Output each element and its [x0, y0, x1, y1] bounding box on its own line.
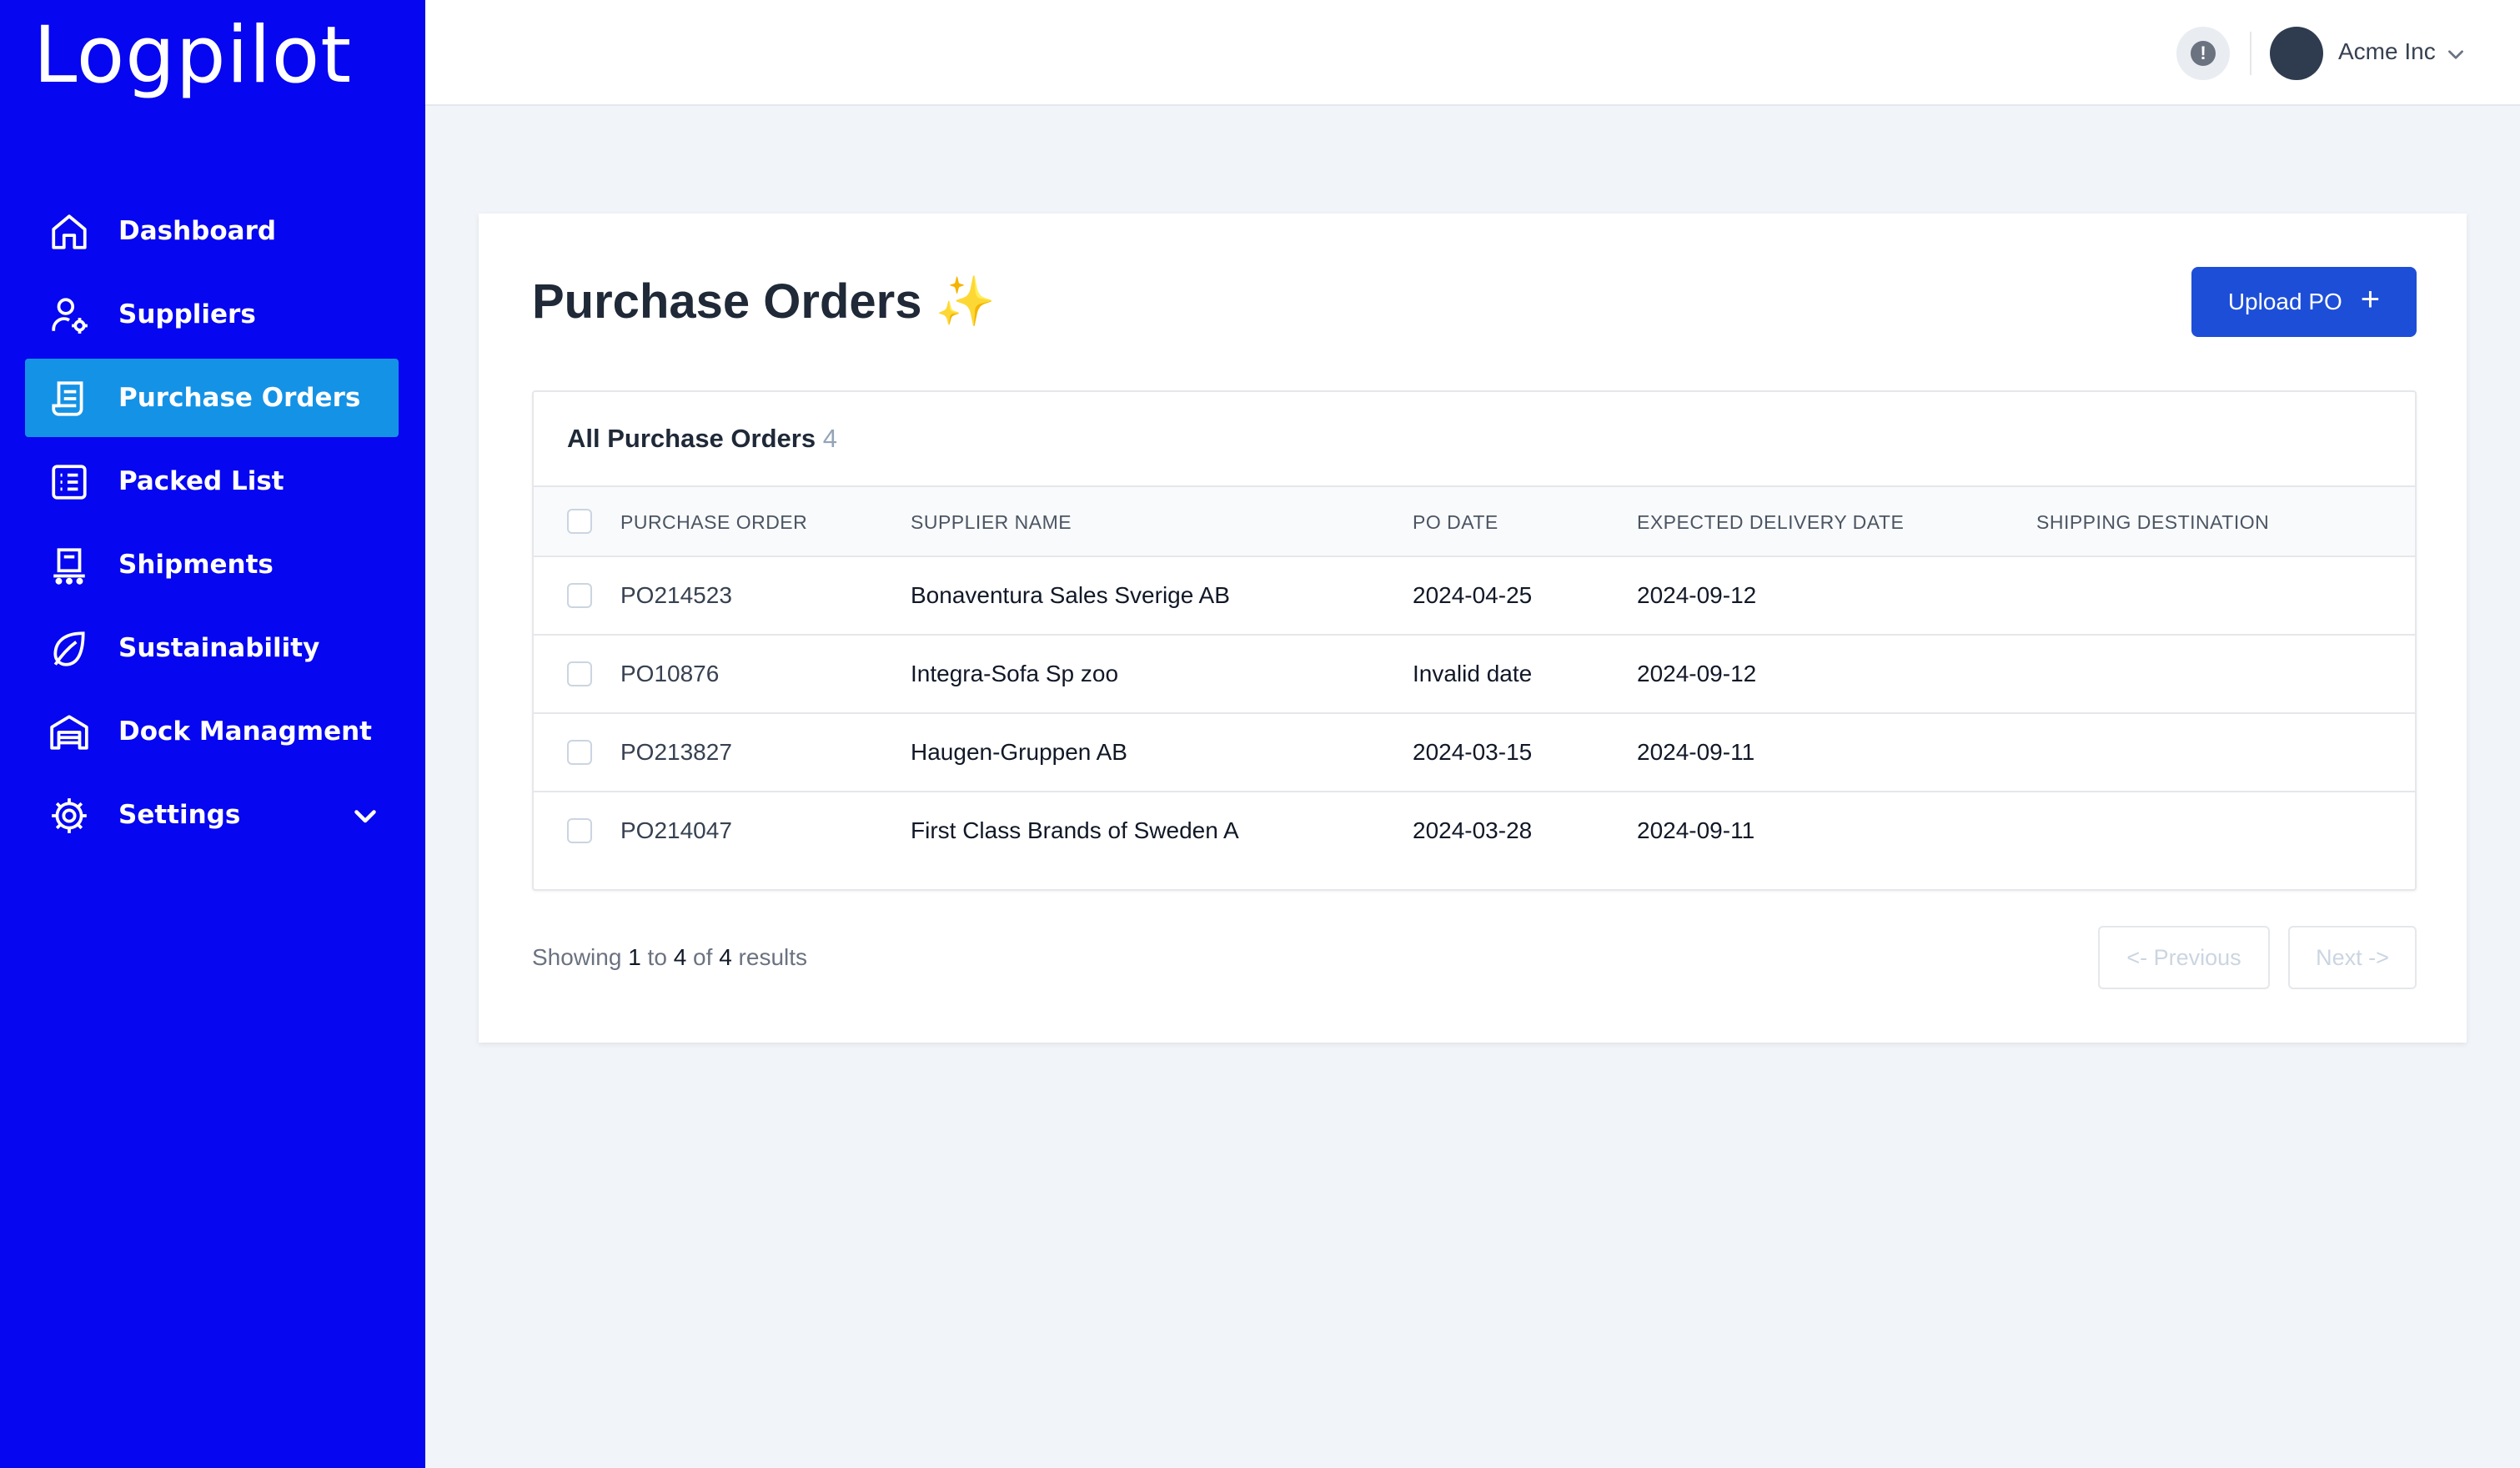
home-icon — [48, 211, 90, 253]
notifications-button[interactable]: ! — [2176, 27, 2230, 80]
row-checkbox[interactable] — [567, 583, 592, 608]
cell-po-date: 2024-04-25 — [1413, 582, 1533, 608]
sidebar-item-label: Shipments — [118, 550, 274, 580]
gear-icon — [48, 795, 90, 837]
sidebar-item-label: Dock Managment — [118, 716, 372, 747]
cell-expected-delivery-date: 2024-09-12 — [1637, 582, 1757, 608]
sidebar-item-label: Purchase Orders — [118, 383, 361, 413]
purchase-orders-table: All Purchase Orders 4 PURCHASE ORDER SUP… — [532, 390, 2417, 891]
sidebar-item-shipments[interactable]: Shipments — [25, 525, 399, 604]
sidebar-item-label: Dashboard — [118, 216, 277, 246]
pagination-summary: Showing 1 to 4 of 4 results — [532, 944, 807, 971]
sidebar: Logpilot Dashboard Suppliers Purchase Or… — [0, 0, 425, 1468]
column-header-shipping-destination[interactable]: SHIPPING DESTINATION — [2036, 487, 2269, 557]
cell-po-date: 2024-03-15 — [1413, 739, 1533, 765]
sidebar-item-suppliers[interactable]: Suppliers — [25, 275, 399, 354]
plus-icon: + — [2360, 281, 2381, 318]
page-title: Purchase Orders ✨ — [532, 274, 996, 330]
summary-text: to — [647, 944, 667, 970]
table-row[interactable]: PO213827 Haugen-Gruppen AB 2024-03-15 20… — [534, 714, 2415, 792]
app-logo: Logpilot — [33, 10, 353, 101]
summary-text: of — [693, 944, 713, 970]
receipt-icon — [48, 378, 90, 420]
table-caption: All Purchase Orders 4 — [567, 424, 837, 454]
chevron-down-icon[interactable] — [2445, 43, 2467, 65]
sidebar-item-purchase-orders[interactable]: Purchase Orders — [25, 359, 399, 437]
row-checkbox[interactable] — [567, 661, 592, 686]
alert-icon: ! — [2191, 41, 2216, 66]
cell-supplier-name: First Class Brands of Sweden A — [911, 817, 1239, 843]
cell-purchase-order[interactable]: PO10876 — [620, 636, 719, 712]
sidebar-item-label: Sustainability — [118, 633, 320, 663]
page-title-text: Purchase Orders — [532, 274, 922, 329]
select-all-checkbox[interactable] — [567, 509, 592, 534]
leaf-icon — [48, 628, 90, 670]
cell-po-date: 2024-03-28 — [1413, 817, 1533, 843]
user-gear-icon — [48, 294, 90, 336]
sidebar-item-label: Settings — [118, 800, 241, 830]
cell-purchase-order[interactable]: PO214523 — [620, 557, 732, 634]
cell-po-date: Invalid date — [1413, 661, 1533, 686]
sidebar-item-sustainability[interactable]: Sustainability — [25, 609, 399, 687]
sparkles-icon: ✨ — [935, 274, 996, 329]
purchase-orders-card: Purchase Orders ✨ Upload PO + All Purcha… — [479, 214, 2467, 1043]
next-page-button[interactable]: Next -> — [2288, 926, 2417, 989]
sidebar-item-settings[interactable]: Settings — [25, 776, 399, 854]
cell-supplier-name: Bonaventura Sales Sverige AB — [911, 582, 1230, 608]
summary-to: 4 — [673, 944, 687, 970]
table-header: PURCHASE ORDER SUPPLIER NAME PO DATE EXP… — [534, 485, 2415, 557]
table-row[interactable]: PO10876 Integra-Sofa Sp zoo Invalid date… — [534, 636, 2415, 714]
chevron-down-icon[interactable] — [350, 801, 380, 831]
table-caption-text: All Purchase Orders — [567, 424, 816, 453]
avatar[interactable] — [2270, 27, 2323, 80]
table-row[interactable]: PO214523 Bonaventura Sales Sverige AB 20… — [534, 557, 2415, 636]
upload-po-button[interactable]: Upload PO + — [2191, 267, 2417, 337]
divider — [2250, 32, 2251, 75]
upload-po-label: Upload PO — [2227, 289, 2342, 314]
cell-expected-delivery-date: 2024-09-11 — [1637, 739, 1755, 765]
cell-expected-delivery-date: 2024-09-12 — [1637, 661, 1757, 686]
account-menu-label[interactable]: Acme Inc — [2338, 38, 2436, 65]
table-row[interactable]: PO214047 First Class Brands of Sweden A … — [534, 792, 2415, 871]
cart-icon — [48, 545, 90, 586]
column-header-purchase-order[interactable]: PURCHASE ORDER — [620, 487, 807, 557]
cell-supplier-name: Haugen-Gruppen AB — [911, 739, 1127, 765]
cell-purchase-order[interactable]: PO213827 — [620, 714, 732, 791]
sidebar-item-packed-list[interactable]: Packed List — [25, 442, 399, 520]
summary-text: Showing — [532, 944, 622, 970]
sidebar-item-dashboard[interactable]: Dashboard — [25, 192, 399, 270]
row-checkbox[interactable] — [567, 740, 592, 765]
column-header-po-date[interactable]: PO DATE — [1413, 487, 1498, 557]
sidebar-item-label: Suppliers — [118, 299, 256, 329]
summary-from: 1 — [628, 944, 641, 970]
summary-text: results — [738, 944, 808, 970]
row-checkbox[interactable] — [567, 818, 592, 843]
sidebar-item-label: Packed List — [118, 466, 284, 496]
column-header-supplier-name[interactable]: SUPPLIER NAME — [911, 487, 1072, 557]
cell-supplier-name: Integra-Sofa Sp zoo — [911, 661, 1119, 686]
cell-expected-delivery-date: 2024-09-11 — [1637, 817, 1755, 843]
cell-purchase-order[interactable]: PO214047 — [620, 792, 732, 869]
warehouse-icon — [48, 711, 90, 753]
list-icon — [48, 461, 90, 503]
column-header-expected-delivery-date[interactable]: EXPECTED DELIVERY DATE — [1637, 487, 1904, 557]
sidebar-item-dock-managment[interactable]: Dock Managment — [25, 692, 399, 771]
previous-page-button[interactable]: <- Previous — [2098, 926, 2270, 989]
table-count: 4 — [822, 424, 837, 453]
summary-total: 4 — [719, 944, 732, 970]
